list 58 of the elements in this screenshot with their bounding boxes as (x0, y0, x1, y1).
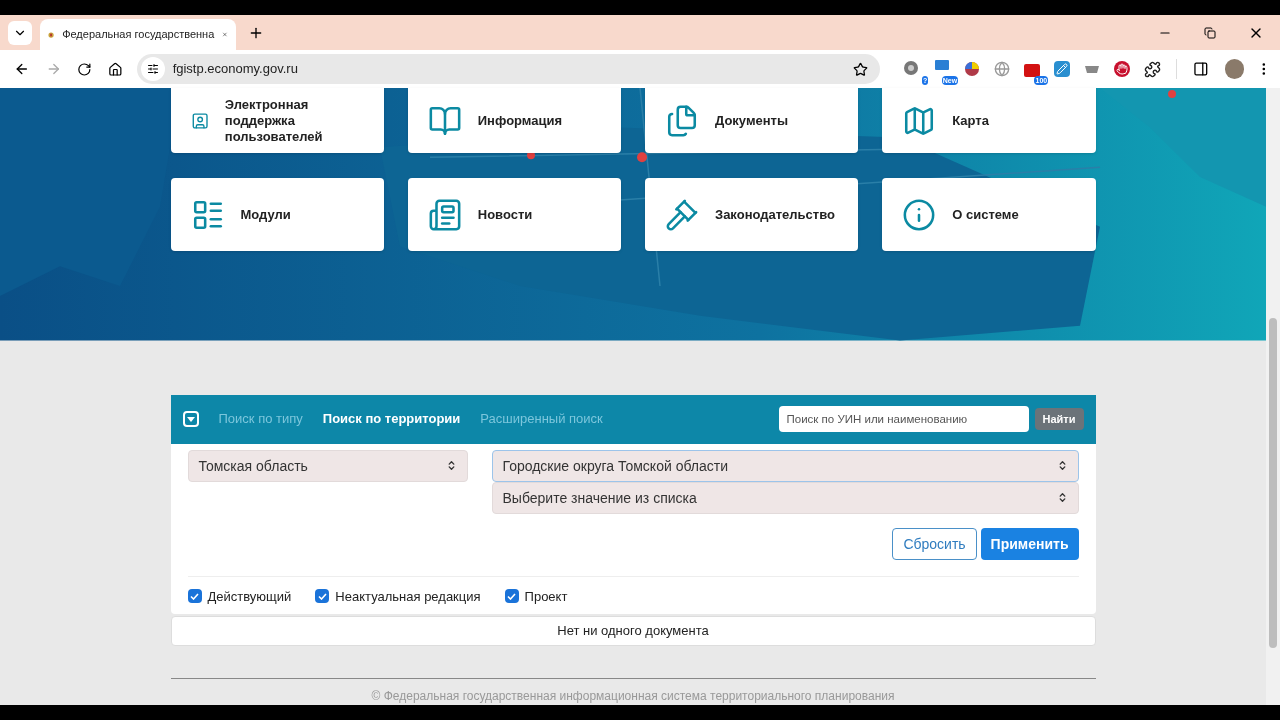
footer-text: © Федеральная государственная информационная система территориального планирования (370, 688, 896, 705)
filter-label: Проект (524, 587, 568, 606)
filter-label: Неактуальная редакция (335, 587, 481, 606)
address-bar[interactable]: fgistp.economy.gov.ru (136, 54, 881, 84)
menu-tile[interactable]: Новости (407, 178, 621, 251)
empty-result-text: Нет ни одного документа (557, 622, 709, 641)
collapse-icon[interactable] (182, 411, 199, 427)
menu-tile[interactable]: Электронная поддержка пользователей (170, 88, 384, 153)
tile-label: Законодательство (715, 206, 835, 223)
filter-label: Действующий (207, 587, 292, 606)
value-select[interactable]: Выберите значение из списка (491, 481, 1079, 514)
tile-label: Новости (477, 206, 533, 223)
search-tab[interactable]: Поиск по территории (322, 409, 461, 429)
info-icon (902, 197, 937, 232)
url-text: fgistp.economy.gov.ru (172, 60, 298, 79)
back-icon[interactable] (14, 61, 30, 77)
menu-tile[interactable]: Модули (170, 178, 384, 251)
menu-tile[interactable]: О системе (882, 178, 1096, 251)
browser-tab[interactable]: Федеральная государственна (40, 19, 236, 50)
tile-label: Модули (240, 206, 291, 223)
tab-title: Федеральная государственна (62, 27, 215, 43)
region-select[interactable]: Томская область (187, 449, 468, 482)
pencil-icon (1054, 61, 1071, 77)
scrollbar[interactable] (1266, 88, 1280, 705)
site-settings-icon[interactable] (146, 63, 159, 75)
reset-button[interactable]: Сбросить (892, 527, 977, 560)
globe-icon (994, 61, 1011, 77)
bookmark-icon[interactable] (853, 61, 869, 77)
pie-chart-icon (964, 61, 981, 77)
reload-icon[interactable] (77, 61, 92, 77)
filter-checkbox[interactable] (504, 589, 519, 604)
window-icon (935, 60, 950, 70)
tile-label: Электронная поддержка пользователей (224, 96, 324, 145)
triangle-icon (186, 416, 195, 422)
search-field[interactable]: Поиск по УИН или наименованию (778, 406, 1029, 432)
newspaper-icon (427, 197, 462, 232)
side-panel-icon[interactable] (1193, 61, 1209, 77)
tab-list-button[interactable] (8, 20, 32, 45)
district-select[interactable]: Городские округа Томской области (491, 449, 1079, 482)
avatar[interactable] (1224, 59, 1245, 79)
tile-label: О системе (952, 206, 1019, 223)
home-icon[interactable] (107, 61, 123, 77)
menu-tile[interactable]: Карта (882, 88, 1096, 153)
tile-label: Карта (952, 112, 989, 129)
menu-tile[interactable]: Законодательство (645, 178, 859, 251)
find-button[interactable]: Найти (1034, 408, 1084, 430)
filter-checkbox[interactable] (315, 589, 330, 604)
documents-icon (665, 103, 699, 138)
filter-checkbox[interactable] (187, 589, 202, 604)
hand-icon (1114, 61, 1131, 77)
apply-button[interactable]: Применить (980, 527, 1079, 560)
restore-icon[interactable] (1204, 26, 1216, 39)
puzzle-icon (1143, 60, 1161, 78)
tile-label: Документы (715, 112, 789, 129)
gavel-icon (665, 197, 699, 232)
tile-label: Информация (477, 112, 563, 129)
menu-tile[interactable]: Информация (407, 88, 621, 153)
menu-tile[interactable]: Документы (645, 88, 859, 153)
